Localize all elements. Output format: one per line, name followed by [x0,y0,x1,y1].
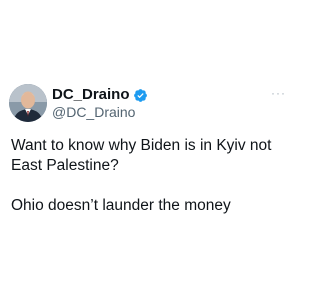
display-name[interactable]: DC_Draino [52,86,130,104]
tweet-card: DC_Draino @DC_Draino ··· Want to know wh… [0,0,300,297]
tweet-text-paragraph: Want to know why Biden is in Kyiv not Ea… [11,137,272,174]
tweet-text: Want to know why Biden is in Kyiv not Ea… [11,136,291,216]
tweet-text-paragraph: Ohio doesn’t launder the money [11,197,231,214]
ellipsis-icon[interactable]: ··· [271,87,286,99]
name-row: DC_Draino [52,86,148,104]
verified-badge-icon [133,88,148,103]
user-handle[interactable]: @DC_Draino [52,104,135,121]
profile-photo [9,84,47,122]
avatar[interactable] [9,84,47,122]
